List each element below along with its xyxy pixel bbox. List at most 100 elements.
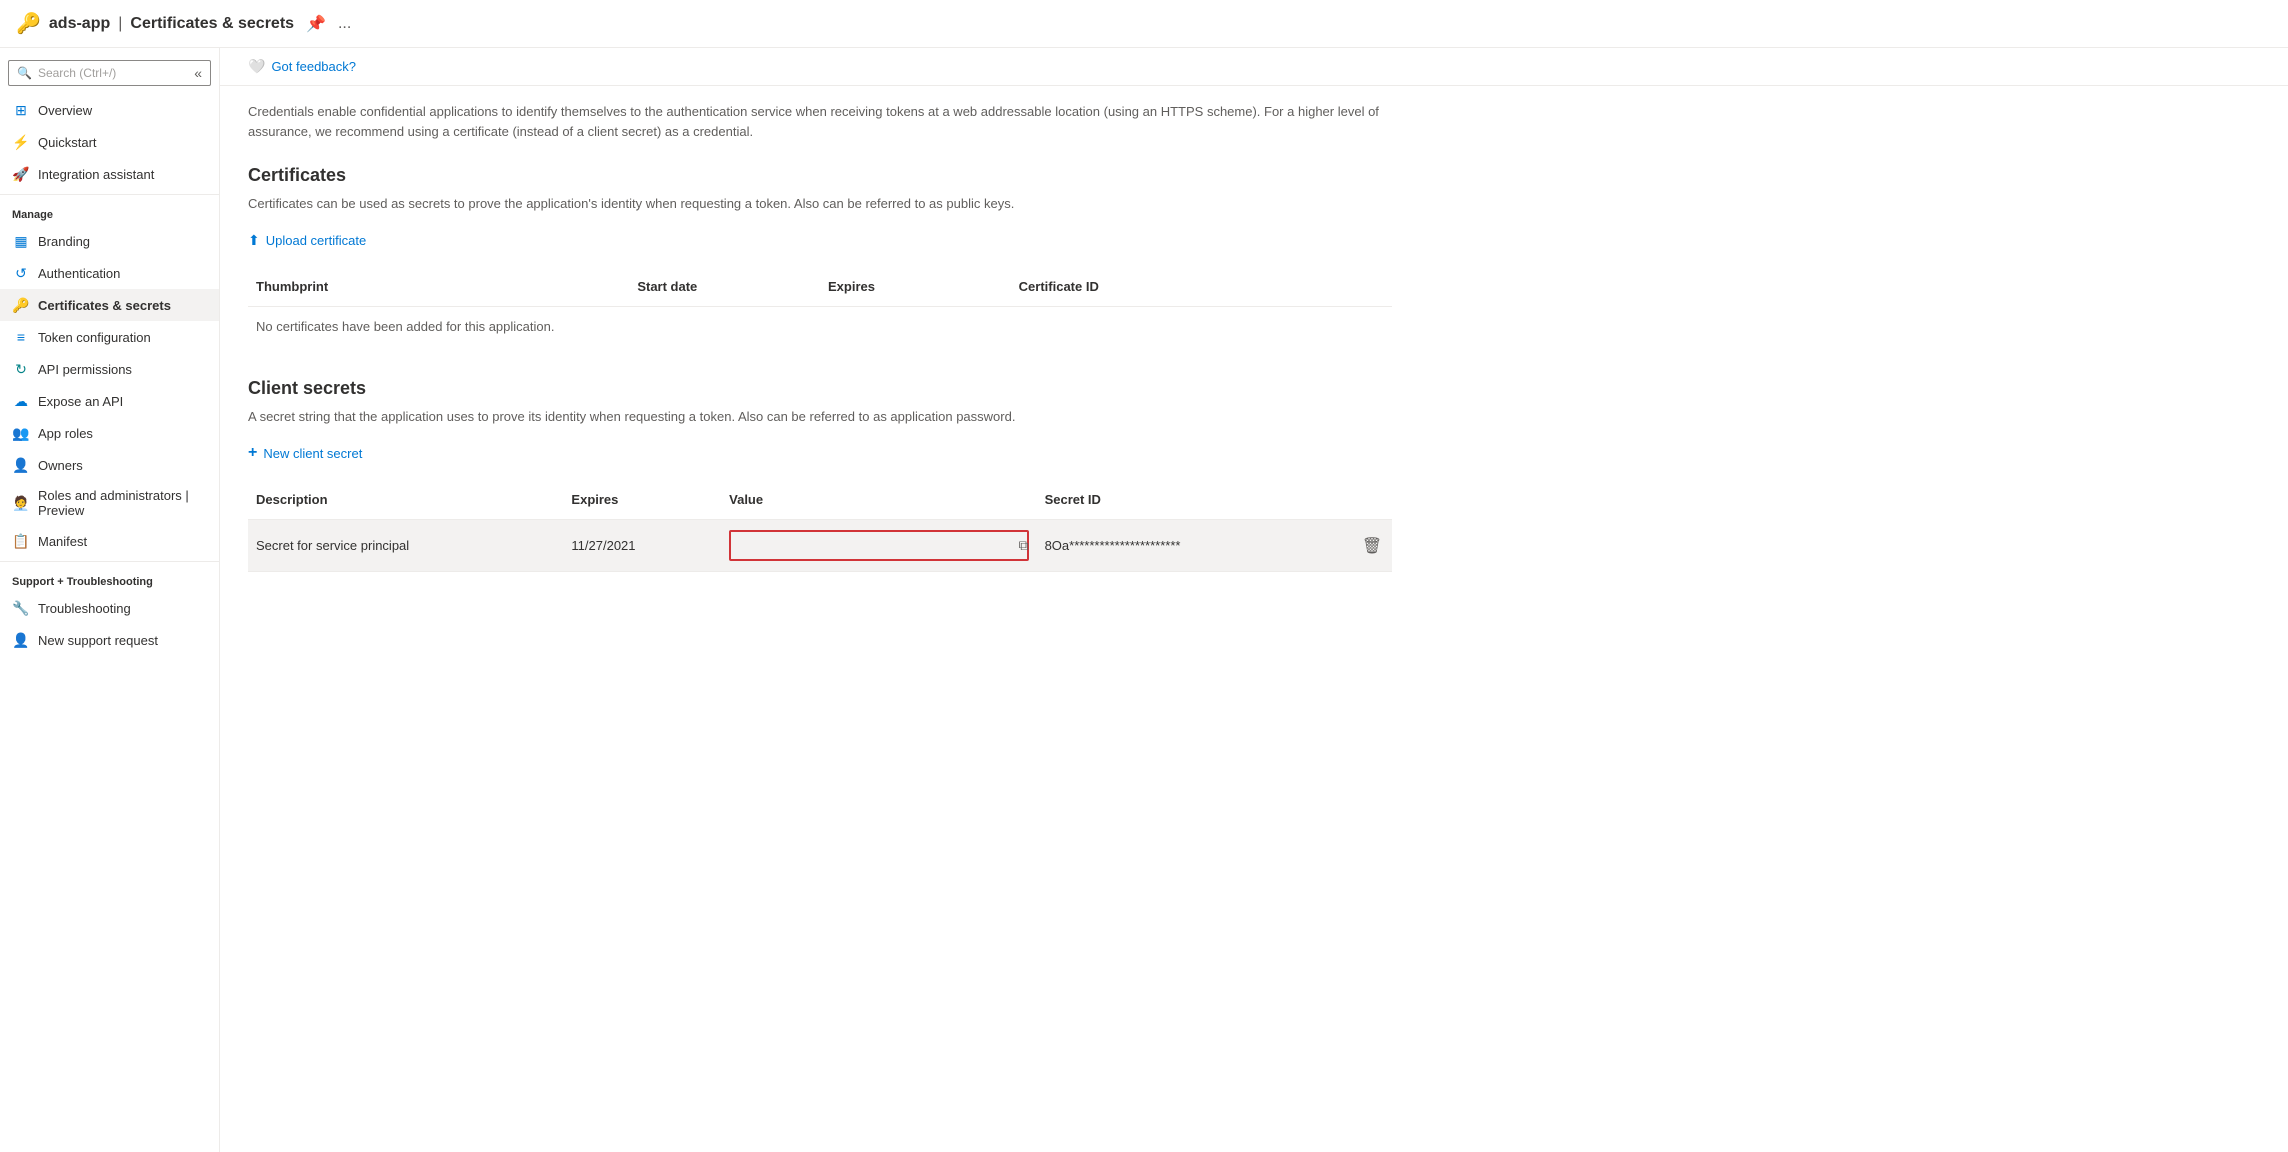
sidebar-item-label: Overview: [38, 103, 92, 118]
secret-value-cell: ⧉: [721, 524, 1036, 567]
overview-icon: ⊞: [12, 101, 30, 119]
expires-header: Expires: [820, 273, 1011, 300]
support-request-icon: 👤: [12, 631, 30, 649]
more-icon[interactable]: ...: [338, 15, 351, 33]
sidebar-item-expose-api[interactable]: ☁ Expose an API: [0, 385, 219, 417]
upload-certificate-label: Upload certificate: [266, 233, 366, 248]
secret-description: Secret for service principal: [248, 532, 563, 559]
app-icon: 🔑: [16, 11, 41, 36]
certificates-description: Certificates can be used as secrets to p…: [248, 194, 1392, 214]
main-container: 🔍 Search (Ctrl+/) « ⊞ Overview ⚡ Quickst…: [0, 48, 2288, 1152]
actions-header: [1352, 486, 1392, 513]
new-secret-label: New client secret: [263, 446, 362, 461]
secret-value-input[interactable]: [729, 530, 1028, 561]
secret-row: Secret for service principal 11/27/2021 …: [248, 520, 1392, 572]
page-name: Certificates & secrets: [130, 15, 294, 33]
sidebar-item-label: Token configuration: [38, 330, 151, 345]
upload-icon: ⬆: [248, 232, 260, 249]
plus-icon: +: [248, 444, 257, 462]
owners-icon: 👤: [12, 456, 30, 474]
expires-col-header: Expires: [563, 486, 721, 513]
new-client-secret-button[interactable]: + New client secret: [248, 440, 362, 466]
app-roles-icon: 👥: [12, 424, 30, 442]
content-area: Credentials enable confidential applicat…: [220, 86, 1420, 620]
certificates-empty-message: No certificates have been added for this…: [248, 307, 1392, 346]
startdate-header: Start date: [629, 273, 820, 300]
certificates-icon: 🔑: [12, 296, 30, 314]
sidebar-item-label: App roles: [38, 426, 93, 441]
sidebar-item-integration-assistant[interactable]: 🚀 Integration assistant: [0, 158, 219, 190]
sidebar-item-token-configuration[interactable]: ≡ Token configuration: [0, 321, 219, 353]
sidebar-item-certificates-secrets[interactable]: 🔑 Certificates & secrets: [0, 289, 219, 321]
token-config-icon: ≡: [12, 328, 30, 346]
sidebar-item-label: Certificates & secrets: [38, 298, 171, 313]
upload-certificate-button[interactable]: ⬆ Upload certificate: [248, 228, 366, 253]
sidebar-item-authentication[interactable]: ↺ Authentication: [0, 257, 219, 289]
branding-icon: ▦: [12, 232, 30, 250]
sidebar-divider-manage: [0, 194, 219, 195]
sidebar-item-branding[interactable]: ▦ Branding: [0, 225, 219, 257]
secrets-table: Description Expires Value Secret ID Secr…: [248, 480, 1392, 572]
sidebar-item-manifest[interactable]: 📋 Manifest: [0, 525, 219, 557]
search-box[interactable]: 🔍 Search (Ctrl+/) «: [8, 60, 211, 86]
client-secrets-section: Client secrets A secret string that the …: [248, 378, 1392, 573]
intro-description: Credentials enable confidential applicat…: [248, 102, 1392, 141]
sidebar-item-new-support-request[interactable]: 👤 New support request: [0, 624, 219, 656]
copy-icon[interactable]: ⧉: [1019, 537, 1029, 554]
sidebar-item-label: Authentication: [38, 266, 120, 281]
pin-icon[interactable]: 📌: [306, 14, 326, 34]
search-icon: 🔍: [17, 66, 32, 80]
app-name: ads-app: [49, 15, 110, 33]
search-placeholder: Search (Ctrl+/): [38, 66, 116, 80]
sidebar-item-label: Branding: [38, 234, 90, 249]
sidebar-item-label: Troubleshooting: [38, 601, 131, 616]
title-separator: |: [118, 15, 122, 33]
thumbprint-header: Thumbprint: [248, 273, 629, 300]
sidebar-item-label: Integration assistant: [38, 167, 154, 182]
manifest-icon: 📋: [12, 532, 30, 550]
sidebar-item-label: Expose an API: [38, 394, 123, 409]
sidebar-item-overview[interactable]: ⊞ Overview: [0, 94, 219, 126]
delete-secret-button[interactable]: 🗑: [1352, 526, 1392, 566]
secretid-header: Secret ID: [1037, 486, 1352, 513]
secret-id: 8Oa**********************: [1037, 532, 1352, 559]
troubleshooting-icon: 🔧: [12, 599, 30, 617]
sidebar-item-label: Manifest: [38, 534, 87, 549]
sidebar-item-app-roles[interactable]: 👥 App roles: [0, 417, 219, 449]
secret-expires: 11/27/2021: [563, 532, 721, 559]
sidebar-divider-support: [0, 561, 219, 562]
collapse-button[interactable]: «: [194, 65, 202, 81]
heart-icon: 🤍: [248, 58, 265, 75]
certificates-table: Thumbprint Start date Expires Certificat…: [248, 267, 1392, 346]
support-section-label: Support + Troubleshooting: [0, 566, 219, 592]
sidebar-item-owners[interactable]: 👤 Owners: [0, 449, 219, 481]
expose-api-icon: ☁: [12, 392, 30, 410]
feedback-label[interactable]: Got feedback?: [271, 59, 356, 74]
sidebar-item-label: API permissions: [38, 362, 132, 377]
sidebar-item-troubleshooting[interactable]: 🔧 Troubleshooting: [0, 592, 219, 624]
sidebar-item-label: Quickstart: [38, 135, 97, 150]
main-content: 🤍 Got feedback? Credentials enable confi…: [220, 48, 2288, 1152]
sidebar-item-quickstart[interactable]: ⚡ Quickstart: [0, 126, 219, 158]
certificates-table-header: Thumbprint Start date Expires Certificat…: [248, 267, 1392, 307]
client-secrets-description: A secret string that the application use…: [248, 407, 1392, 427]
certificates-section: Certificates Certificates can be used as…: [248, 165, 1392, 346]
roles-admin-icon: 🧑‍💼: [12, 494, 30, 512]
top-bar-actions[interactable]: 📌 ...: [306, 14, 351, 34]
trash-icon[interactable]: 🗑: [1360, 532, 1384, 560]
sidebar-item-api-permissions[interactable]: ↻ API permissions: [0, 353, 219, 385]
sidebar-item-label: Roles and administrators | Preview: [38, 488, 207, 518]
certificateid-header: Certificate ID: [1011, 273, 1392, 300]
description-header: Description: [248, 486, 563, 513]
top-bar: 🔑 ads-app | Certificates & secrets 📌 ...: [0, 0, 2288, 48]
sidebar-item-label: Owners: [38, 458, 83, 473]
integration-icon: 🚀: [12, 165, 30, 183]
client-secrets-title: Client secrets: [248, 378, 1392, 399]
value-header: Value: [721, 486, 1036, 513]
manage-section-label: Manage: [0, 199, 219, 225]
feedback-bar[interactable]: 🤍 Got feedback?: [220, 48, 2288, 86]
authentication-icon: ↺: [12, 264, 30, 282]
sidebar-item-roles-administrators[interactable]: 🧑‍💼 Roles and administrators | Preview: [0, 481, 219, 525]
secrets-table-header: Description Expires Value Secret ID: [248, 480, 1392, 520]
sidebar: 🔍 Search (Ctrl+/) « ⊞ Overview ⚡ Quickst…: [0, 48, 220, 1152]
